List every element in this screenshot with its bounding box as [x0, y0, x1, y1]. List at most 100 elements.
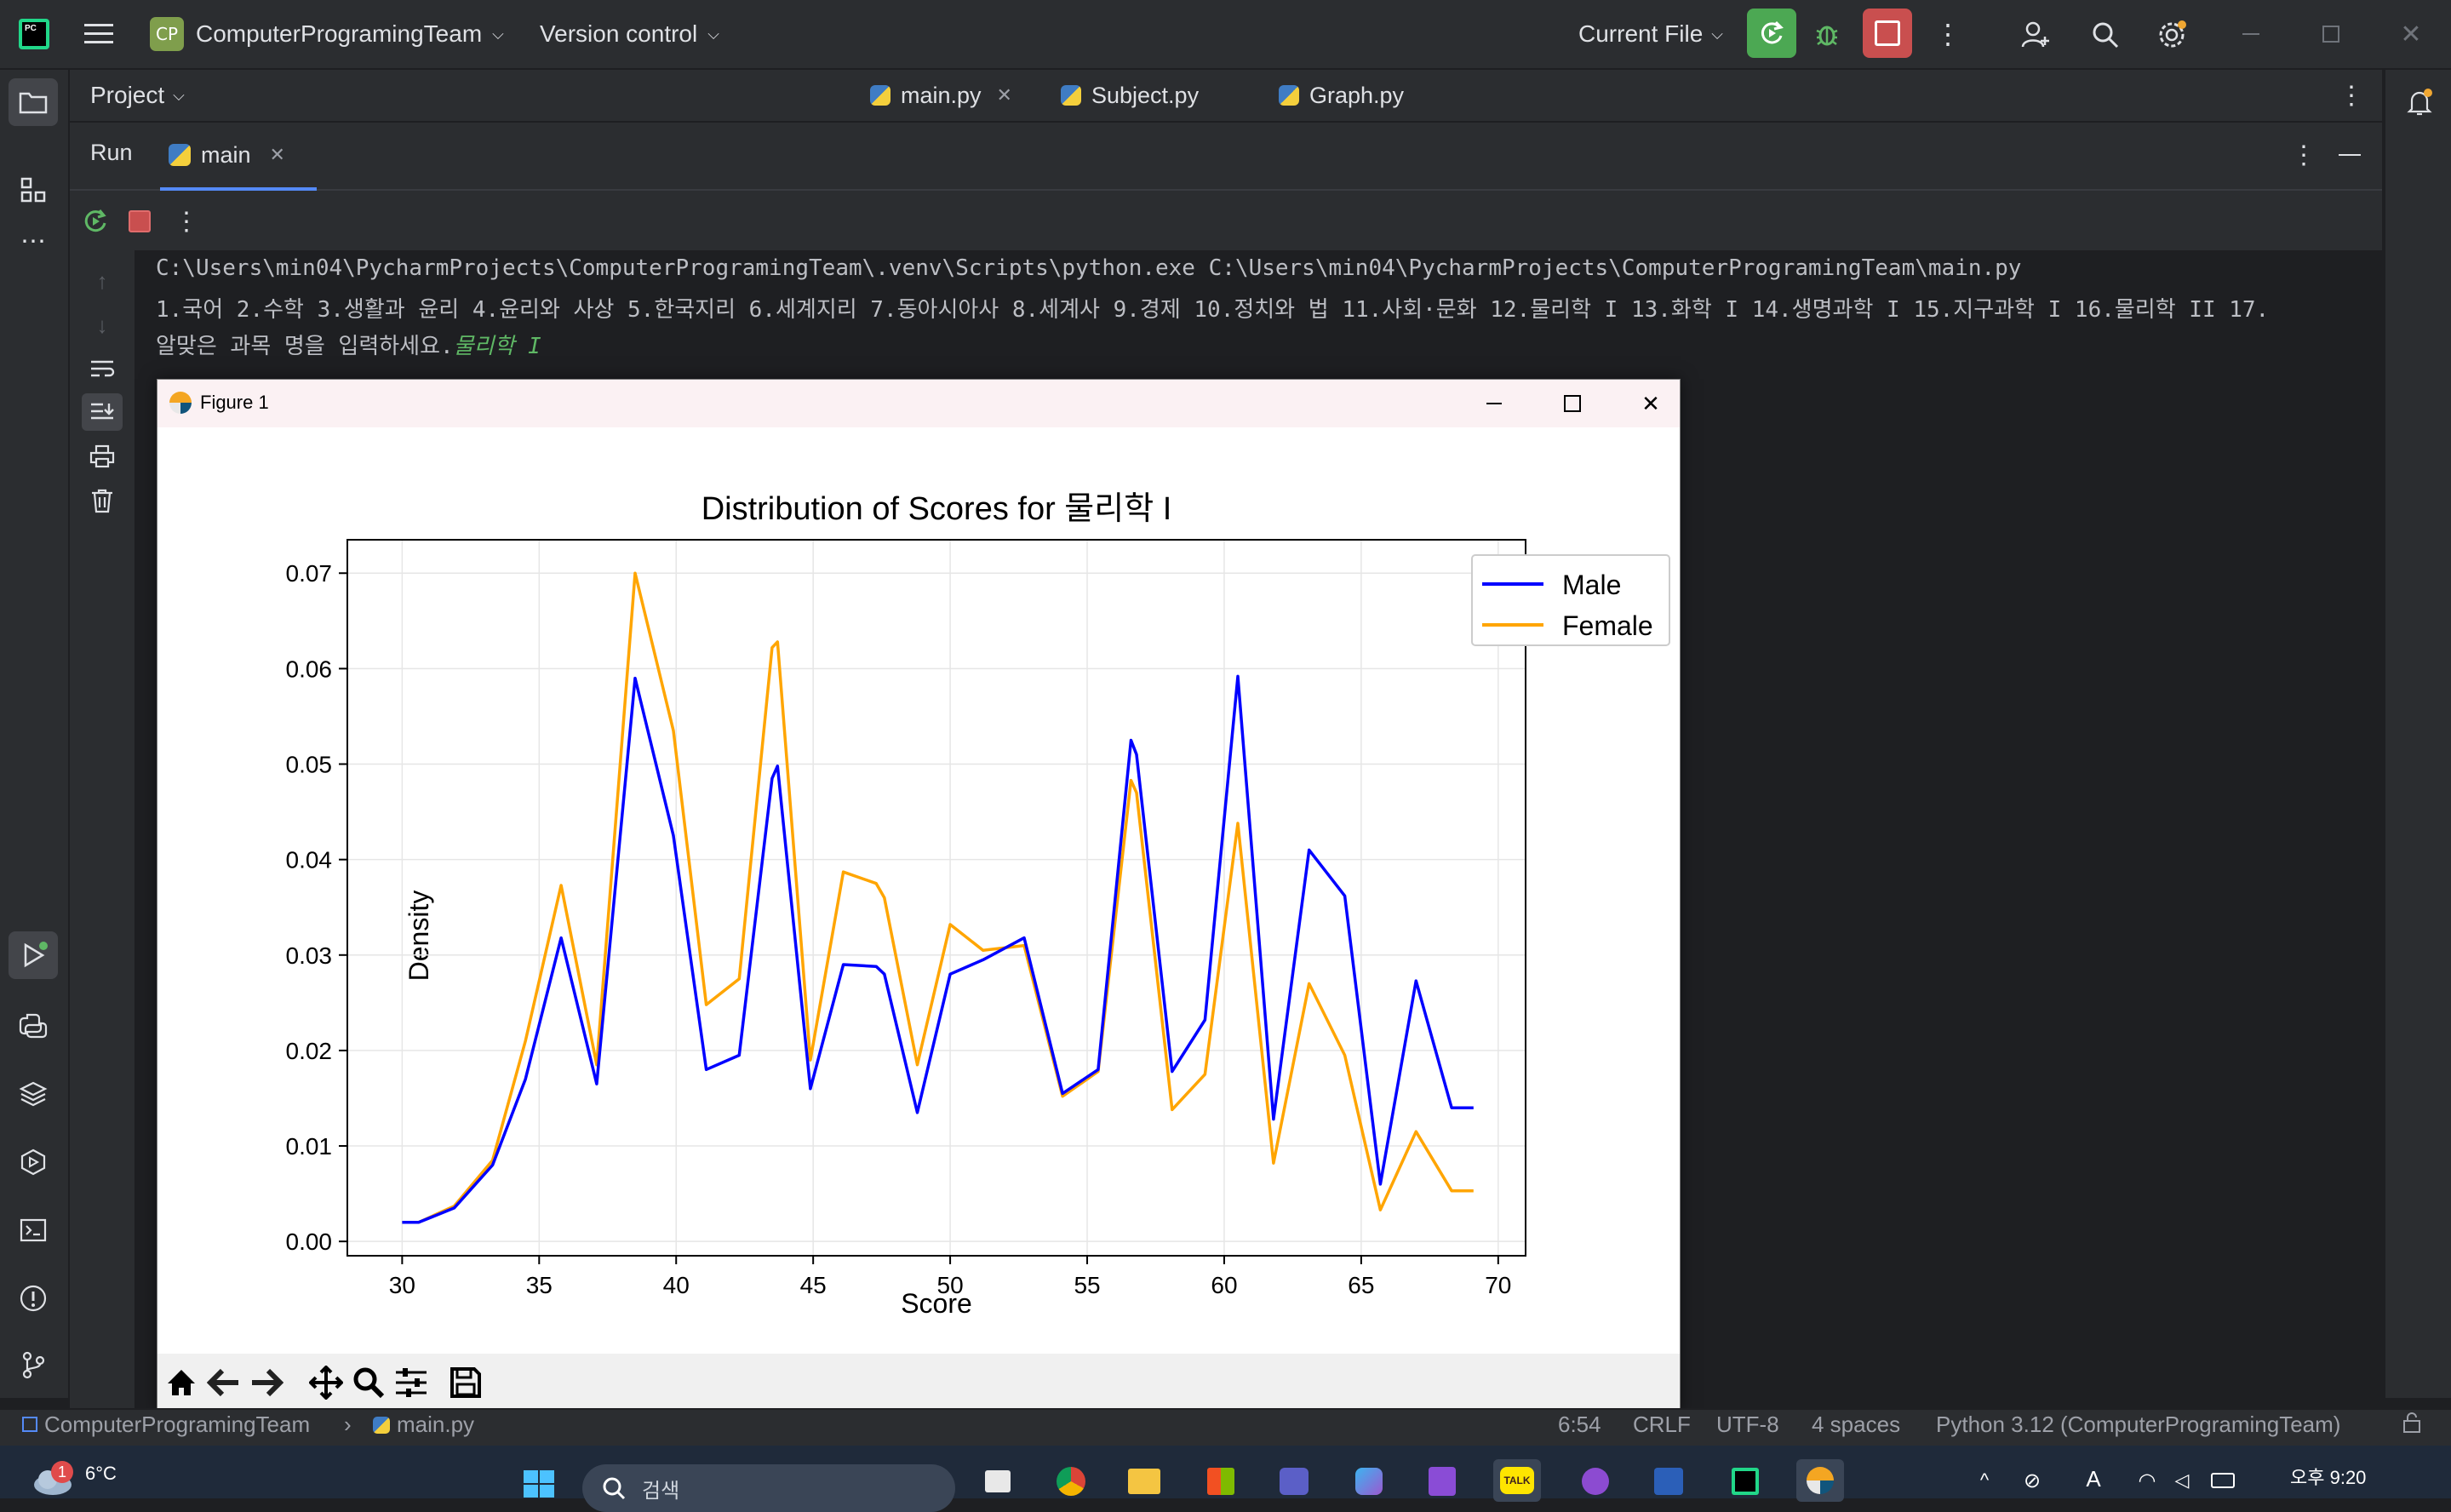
- run-panel-title: Run: [90, 140, 133, 165]
- kakaotalk-icon[interactable]: TALK: [1493, 1459, 1541, 1502]
- project-switcher[interactable]: CP ComputerProgramingTeam ⌵: [150, 0, 504, 68]
- project-label: Project: [90, 82, 165, 108]
- home-icon[interactable]: [163, 1364, 200, 1401]
- tab-label: Subject.py: [1091, 82, 1200, 108]
- services-icon[interactable]: [15, 1144, 51, 1180]
- copilot-icon[interactable]: [1350, 1464, 1388, 1498]
- caret-position[interactable]: 6:54: [1558, 1412, 1601, 1438]
- main-menu-icon[interactable]: [82, 17, 116, 51]
- file-encoding[interactable]: UTF-8: [1716, 1412, 1779, 1438]
- taskbar-search-box[interactable]: 검색: [582, 1464, 955, 1512]
- matplotlib-taskbar-icon[interactable]: [1796, 1459, 1844, 1502]
- problems-icon[interactable]: [15, 1280, 51, 1316]
- legend-male-label: Male: [1562, 570, 1621, 600]
- python-packages-icon[interactable]: [15, 1076, 51, 1112]
- run-tool-icon[interactable]: [9, 931, 58, 979]
- rerun-icon[interactable]: [78, 204, 112, 238]
- volume-icon[interactable]: ◁: [2169, 1468, 2195, 1493]
- run-tab-main[interactable]: main ✕: [160, 123, 317, 191]
- close-tab-icon[interactable]: ✕: [270, 144, 285, 166]
- more-actions-icon[interactable]: ⋮: [1931, 17, 1965, 51]
- minimize-figure-icon[interactable]: [1469, 387, 1520, 421]
- pycharm-taskbar-icon[interactable]: [1727, 1464, 1764, 1498]
- minimize-window-icon[interactable]: [2234, 17, 2268, 51]
- structure-icon[interactable]: [15, 172, 51, 208]
- taskbar-search-placeholder: 검색: [642, 1479, 680, 1503]
- run-more-icon[interactable]: ⋮: [174, 204, 199, 238]
- restore-window-icon[interactable]: [2314, 17, 2348, 51]
- task-view-icon[interactable]: [979, 1464, 1016, 1498]
- x-tick-label: 30: [389, 1272, 415, 1298]
- file-explorer-icon[interactable]: [1125, 1464, 1163, 1498]
- close-figure-icon[interactable]: ✕: [1625, 387, 1676, 421]
- python-interpreter[interactable]: Python 3.12 (ComputerProgramingTeam): [1936, 1412, 2340, 1438]
- tray-app-icon[interactable]: ⊘: [2019, 1468, 2045, 1493]
- settings-gear-icon[interactable]: [2154, 17, 2190, 53]
- x-tick-label: 60: [1211, 1272, 1237, 1298]
- search-icon[interactable]: [2087, 17, 2123, 53]
- clear-trash-icon[interactable]: [85, 484, 119, 518]
- editor-tab-row: [70, 70, 2382, 121]
- back-arrow-icon[interactable]: [205, 1364, 243, 1401]
- run-config-label: Current File: [1578, 20, 1704, 47]
- scroll-to-end-icon[interactable]: [82, 393, 123, 431]
- tab-options-icon[interactable]: ⋮: [2338, 82, 2365, 110]
- battery-icon[interactable]: [2208, 1468, 2237, 1493]
- rerun-button[interactable]: [1747, 9, 1796, 58]
- word-icon[interactable]: [1650, 1464, 1687, 1498]
- line-separator[interactable]: CRLF: [1633, 1412, 1691, 1438]
- zoom-magnifier-icon[interactable]: [350, 1364, 387, 1401]
- python-console-icon[interactable]: [15, 1008, 51, 1044]
- status-breadcrumb-project[interactable]: ComputerProgramingTeam: [22, 1412, 310, 1438]
- tab-graph-py[interactable]: Graph.py: [1279, 70, 1404, 121]
- stop-icon[interactable]: [123, 204, 157, 238]
- scroll-down-icon[interactable]: ↓: [85, 308, 119, 342]
- tab-main-py[interactable]: main.py ✕: [870, 70, 1012, 121]
- terminal-icon[interactable]: [15, 1212, 51, 1248]
- more-tools-icon[interactable]: ⋯: [15, 227, 51, 255]
- stop-button[interactable]: [1863, 9, 1912, 58]
- run-config-selector[interactable]: Current File ⌵: [1578, 0, 1723, 68]
- save-figure-icon[interactable]: [447, 1364, 484, 1401]
- python-file-icon: [1061, 85, 1081, 106]
- hide-panel-icon[interactable]: [2334, 141, 2365, 169]
- close-tab-icon[interactable]: ✕: [997, 84, 1012, 106]
- indent-setting[interactable]: 4 spaces: [1812, 1412, 1900, 1438]
- project-badge: CP: [150, 17, 184, 51]
- clock-time[interactable]: 오후 9:20: [2290, 1463, 2366, 1490]
- version-control-menu[interactable]: Version control ⌵: [540, 0, 719, 68]
- notifications-bell-icon[interactable]: [2401, 83, 2438, 121]
- teams-icon[interactable]: [1275, 1464, 1313, 1498]
- y-tick-label: 0.00: [286, 1228, 333, 1255]
- scroll-up-icon[interactable]: ↑: [85, 264, 119, 298]
- close-window-icon[interactable]: ✕: [2394, 17, 2428, 51]
- pycharm-logo-icon[interactable]: PC: [19, 19, 49, 49]
- forward-arrow-icon[interactable]: [248, 1364, 285, 1401]
- soft-wrap-icon[interactable]: [85, 352, 119, 387]
- pan-move-icon[interactable]: [307, 1364, 345, 1401]
- maximize-figure-icon[interactable]: [1547, 387, 1598, 421]
- github-desktop-icon[interactable]: [1577, 1464, 1614, 1498]
- visual-studio-icon[interactable]: [1423, 1464, 1461, 1498]
- series-line-male: [402, 674, 1474, 1224]
- lock-icon[interactable]: [2401, 1412, 2423, 1440]
- tray-chevron-up-icon[interactable]: ^: [1972, 1468, 1997, 1493]
- ime-indicator-icon[interactable]: A: [2081, 1466, 2106, 1492]
- print-icon[interactable]: [85, 439, 119, 473]
- git-branch-icon[interactable]: [15, 1347, 51, 1383]
- run-panel-options-icon[interactable]: ⋮: [2290, 141, 2317, 169]
- wifi-icon[interactable]: ◠: [2133, 1468, 2161, 1493]
- store-icon[interactable]: [1202, 1464, 1240, 1498]
- series-line-female: [402, 571, 1474, 1224]
- tab-subject-py[interactable]: Subject.py: [1061, 70, 1199, 121]
- add-user-icon[interactable]: [2018, 17, 2053, 53]
- configure-subplots-icon[interactable]: [392, 1364, 430, 1401]
- python-file-icon: [1279, 85, 1299, 106]
- debug-icon[interactable]: [1810, 17, 1844, 51]
- project-folder-icon[interactable]: [9, 78, 58, 126]
- project-tool-header[interactable]: Project ⌵: [90, 70, 185, 121]
- grid-lines: [347, 540, 1526, 1256]
- windows-start-icon[interactable]: [519, 1466, 558, 1498]
- chrome-icon[interactable]: [1052, 1464, 1090, 1498]
- status-breadcrumb-file[interactable]: main.py: [373, 1412, 474, 1438]
